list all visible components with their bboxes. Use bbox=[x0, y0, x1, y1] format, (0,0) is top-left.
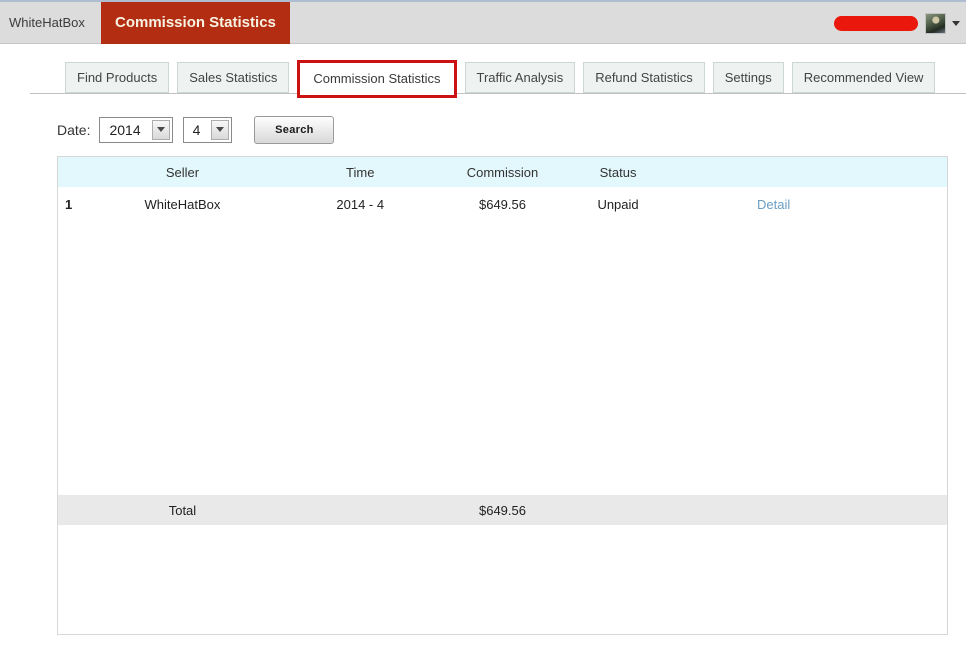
user-area[interactable] bbox=[834, 2, 960, 44]
cell-time: 2014 - 4 bbox=[267, 197, 454, 212]
topbar: WhiteHatBox Commission Statistics bbox=[0, 2, 966, 44]
cell-commission: $649.56 bbox=[454, 197, 552, 212]
chevron-down-icon bbox=[157, 127, 165, 132]
brand: WhiteHatBox bbox=[9, 2, 85, 44]
tab-sales-statistics[interactable]: Sales Statistics bbox=[177, 62, 289, 93]
header-status: Status bbox=[551, 165, 684, 180]
date-filter: Date: 2014 4 Search bbox=[57, 115, 334, 144]
table-row: 1 WhiteHatBox 2014 - 4 $649.56 Unpaid De… bbox=[58, 187, 947, 221]
cell-status: Unpaid bbox=[551, 197, 684, 212]
tab-find-products[interactable]: Find Products bbox=[65, 62, 169, 93]
chevron-down-icon bbox=[216, 127, 224, 132]
chevron-down-icon[interactable] bbox=[952, 21, 960, 26]
detail-link[interactable]: Detail bbox=[757, 197, 790, 212]
tab-traffic-analysis[interactable]: Traffic Analysis bbox=[465, 62, 576, 93]
tab-commission-statistics[interactable]: Commission Statistics bbox=[297, 60, 456, 98]
tab-settings[interactable]: Settings bbox=[713, 62, 784, 93]
year-select[interactable]: 2014 bbox=[99, 117, 172, 143]
year-select-dropdown-button[interactable] bbox=[152, 120, 170, 140]
cell-seller: WhiteHatBox bbox=[98, 197, 267, 212]
date-label: Date: bbox=[57, 122, 90, 138]
month-value: 4 bbox=[184, 122, 210, 138]
header-commission: Commission bbox=[454, 165, 552, 180]
month-select-dropdown-button[interactable] bbox=[211, 120, 229, 140]
header-seller: Seller bbox=[98, 165, 267, 180]
tab-refund-statistics[interactable]: Refund Statistics bbox=[583, 62, 705, 93]
tab-bar: Find Products Sales Statistics Commissio… bbox=[65, 62, 943, 98]
cell-row-number: 1 bbox=[58, 197, 98, 212]
avatar[interactable] bbox=[925, 13, 946, 34]
tab-recommended-view[interactable]: Recommended View bbox=[792, 62, 936, 93]
username-redaction bbox=[834, 16, 918, 31]
commission-table-panel: Seller Time Commission Status 1 WhiteHat… bbox=[57, 156, 948, 635]
total-row: Total $649.56 bbox=[58, 495, 947, 525]
total-label: Total bbox=[98, 503, 267, 518]
header-time: Time bbox=[267, 165, 454, 180]
year-value: 2014 bbox=[100, 122, 149, 138]
search-button[interactable]: Search bbox=[254, 116, 334, 144]
total-commission: $649.56 bbox=[454, 503, 552, 518]
month-select[interactable]: 4 bbox=[183, 117, 233, 143]
page-title: Commission Statistics bbox=[101, 2, 290, 44]
table-header-row: Seller Time Commission Status bbox=[58, 157, 947, 187]
